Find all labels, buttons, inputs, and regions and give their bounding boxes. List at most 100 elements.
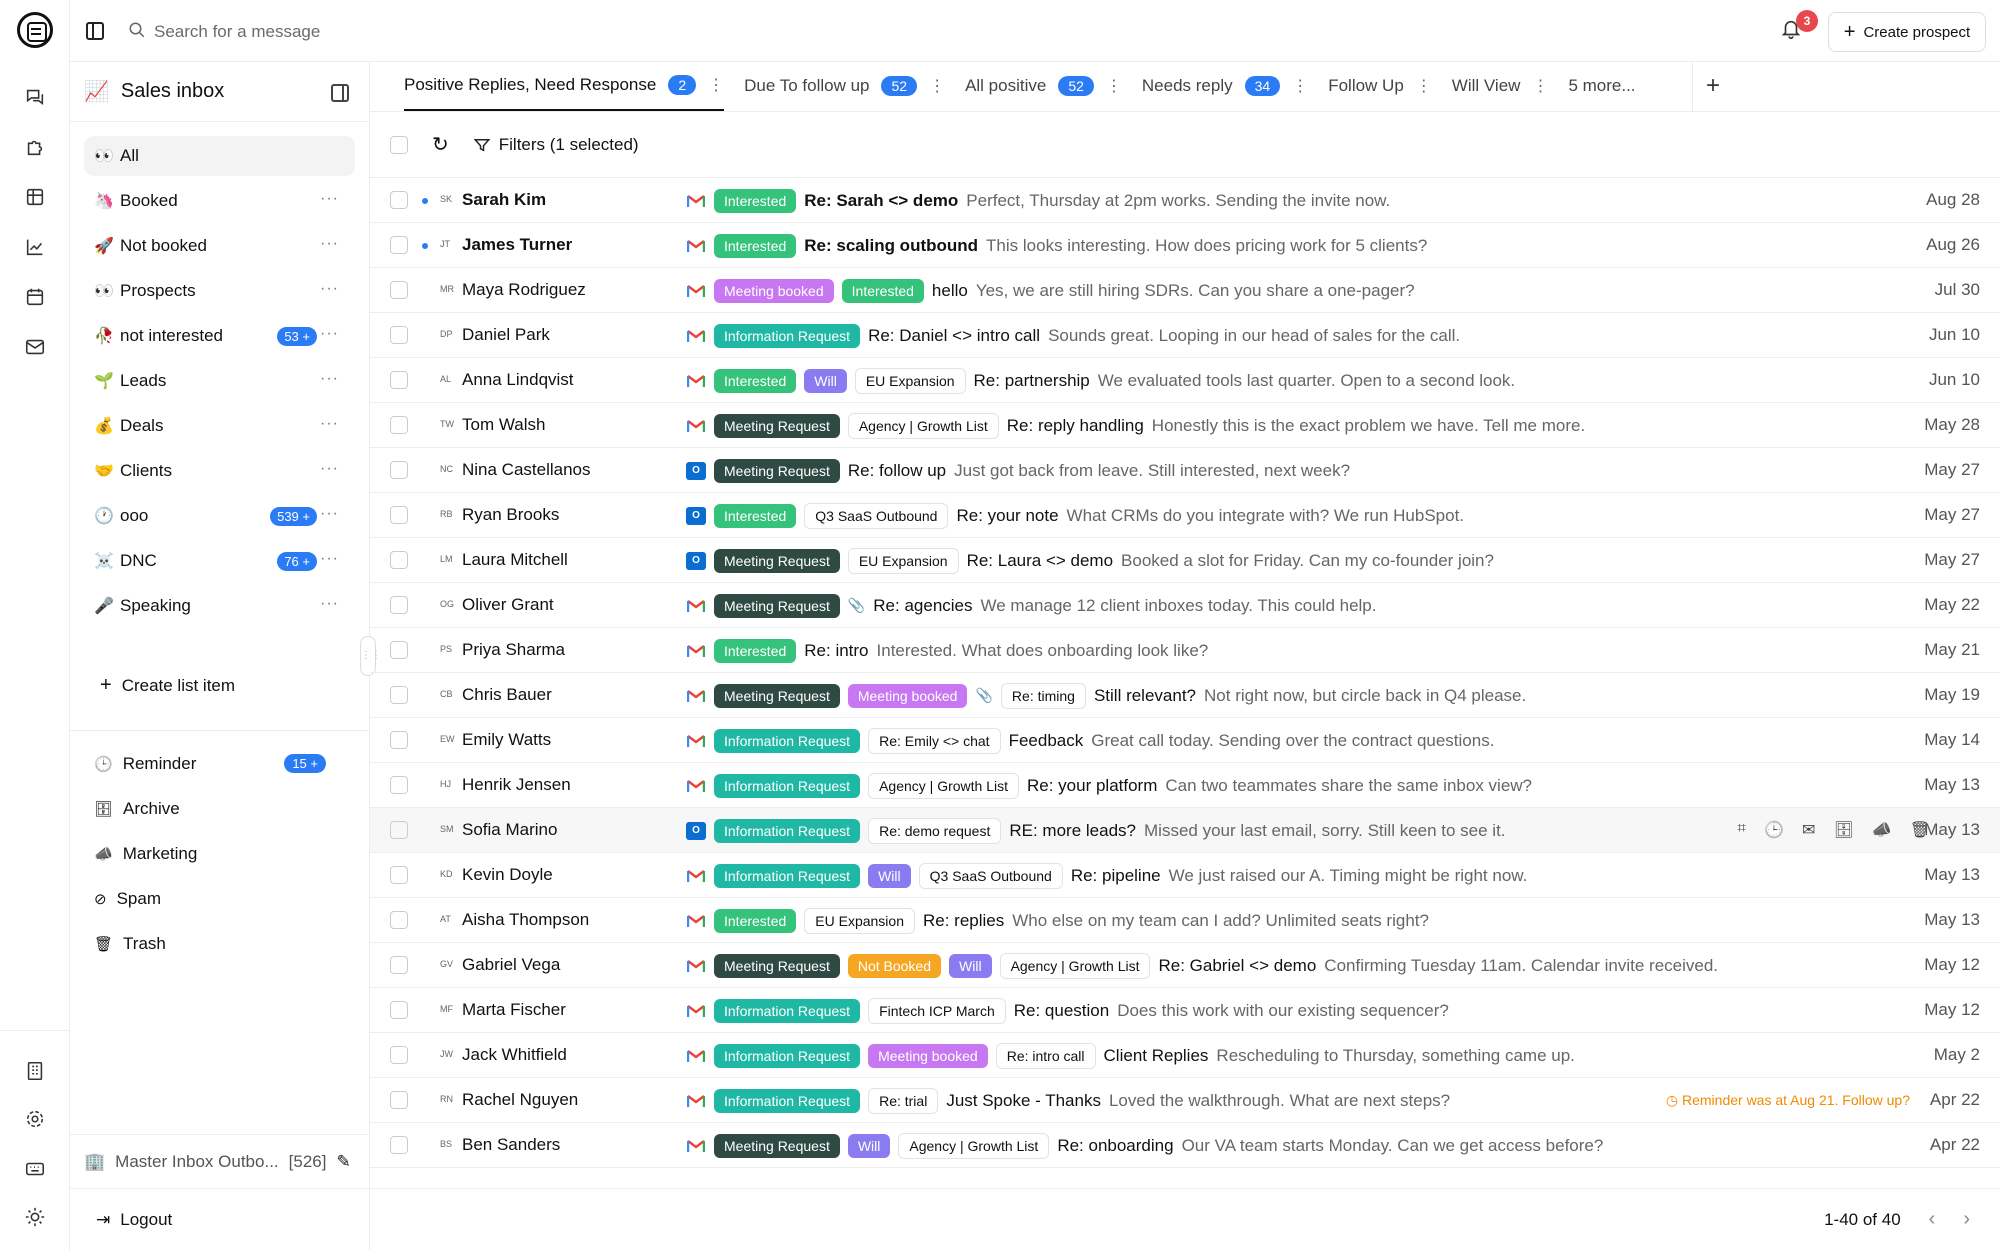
message-row[interactable]: EW Emily Watts Information Request Re: Emil…	[370, 718, 2000, 763]
status-tag[interactable]: Information Request	[714, 863, 861, 888]
status-tag[interactable]: Meeting Request	[714, 458, 840, 483]
message-row[interactable]: AL Anna Lindqvist Interested Will EU Expansi…	[370, 358, 2000, 403]
message-row[interactable]: DP Daniel Park Information Request Re: Dani…	[370, 313, 2000, 358]
tab-positive-replies-need-response[interactable]: Positive Replies, Need Response 2 ⋮	[404, 61, 725, 111]
message-row[interactable]: JW Jack Whitfield Information Request Meeti…	[370, 1033, 2000, 1078]
row-checkbox[interactable]	[390, 371, 408, 389]
status-tag[interactable]: Meeting Request	[714, 548, 840, 573]
campaign-label[interactable]: Re: trial	[868, 1087, 939, 1114]
status-tag[interactable]: Information Request	[714, 818, 861, 843]
folder-reminder[interactable]: 🕒 Reminder 15 +	[84, 741, 356, 786]
status-tag[interactable]: Will	[847, 1133, 891, 1158]
status-tag[interactable]: Interested	[841, 278, 924, 303]
message-row[interactable]: NC Nina Castellanos O Meeting Request Re: fo…	[370, 448, 2000, 493]
search-input[interactable]	[154, 22, 474, 42]
status-tag[interactable]: Interested	[714, 908, 797, 933]
status-tag[interactable]: Information Request	[714, 773, 861, 798]
search-box[interactable]	[128, 18, 528, 46]
message-row[interactable]: OG Oliver Grant Meeting Request 📎 Re: agenci…	[370, 583, 2000, 628]
more-options-icon[interactable]: ···	[320, 370, 339, 388]
campaign-label[interactable]: Re: intro call	[995, 1042, 1096, 1069]
row-checkbox[interactable]	[390, 1091, 408, 1109]
message-row[interactable]: CB Chris Bauer Meeting Request Meeting book…	[370, 673, 2000, 718]
row-checkbox[interactable]	[390, 1001, 408, 1019]
status-tag[interactable]: Will	[868, 863, 911, 888]
campaign-label[interactable]: Agency | Growth List	[847, 412, 999, 439]
tab-5-more-[interactable]: 5 more...	[1568, 61, 1635, 111]
more-options-icon[interactable]: ···	[320, 505, 339, 523]
campaign-label[interactable]: Re: demo request	[868, 817, 1002, 844]
status-tag[interactable]: Information Request	[714, 998, 861, 1023]
message-row[interactable]: MF Marta Fischer Information Request Fintec…	[370, 988, 2000, 1033]
message-row[interactable]: TW Tom Walsh Meeting Request Agency | Growt…	[370, 403, 2000, 448]
chart-icon[interactable]	[24, 236, 46, 258]
sidebar-item-clients[interactable]: 🤝 Clients ···	[84, 451, 355, 491]
more-options-icon[interactable]: ···	[320, 235, 339, 253]
more-options-icon[interactable]: ···	[320, 550, 339, 568]
sidebar-item-not-interested[interactable]: 🥀 not interested 53 + ···	[84, 316, 355, 356]
tab-due-to-follow-up[interactable]: Due To follow up 52 ⋮	[744, 61, 945, 111]
status-tag[interactable]: Will	[949, 953, 992, 978]
tab-menu-icon[interactable]: ⋮	[1416, 76, 1432, 96]
more-options-icon[interactable]: ···	[320, 415, 339, 433]
status-tag[interactable]: Information Request	[714, 323, 861, 348]
master-inbox-row[interactable]: 🏢 Master Inbox Outbo... [526] ✎	[70, 1134, 370, 1188]
create-list-item-button[interactable]: + Create list item	[100, 674, 235, 697]
row-checkbox[interactable]	[390, 821, 408, 839]
row-checkbox[interactable]	[390, 1136, 408, 1154]
campaign-label[interactable]: EU Expansion	[804, 907, 915, 934]
row-checkbox[interactable]	[390, 1046, 408, 1064]
row-checkbox[interactable]	[390, 596, 408, 614]
folder-archive[interactable]: 🗄 Archive	[84, 786, 356, 831]
more-options-icon[interactable]: ···	[320, 460, 339, 478]
archive-icon[interactable]: 🗄	[1833, 820, 1853, 840]
next-page-icon[interactable]: ›	[1963, 1208, 1970, 1231]
campaign-label[interactable]: Q3 SaaS Outbound	[918, 862, 1063, 889]
status-tag[interactable]: Interested	[714, 188, 797, 213]
sidebar-item-speaking[interactable]: 🎤 Speaking ···	[84, 586, 355, 626]
status-tag[interactable]: Meeting booked	[868, 1043, 988, 1068]
row-checkbox[interactable]	[390, 506, 408, 524]
sidebar-item-all[interactable]: 👀 All	[84, 136, 355, 176]
status-tag[interactable]: Meeting Request	[714, 413, 840, 438]
sidebar-item-dnc[interactable]: ☠️ DNC 76 + ···	[84, 541, 355, 581]
sidebar-item-leads[interactable]: 🌱 Leads ···	[84, 361, 355, 401]
puzzle-icon[interactable]	[24, 136, 46, 158]
logout-button[interactable]: ⇥ Logout	[70, 1188, 370, 1250]
sun-icon[interactable]	[24, 1206, 46, 1228]
more-options-icon[interactable]: ···	[320, 595, 339, 613]
message-row[interactable]: JT James Turner Interested Re: scaling outb…	[370, 223, 2000, 268]
message-row[interactable]: HJ Henrik Jensen Information Request Agency…	[370, 763, 2000, 808]
notification-button[interactable]: 3	[1780, 10, 1818, 44]
status-tag[interactable]: Meeting Request	[714, 593, 840, 618]
tab-will-view[interactable]: Will View ⋮	[1452, 61, 1549, 111]
campaign-label[interactable]: Q3 SaaS Outbound	[804, 502, 949, 529]
create-prospect-button[interactable]: + Create prospect	[1828, 12, 1986, 52]
tab-menu-icon[interactable]: ⋮	[708, 75, 724, 95]
message-row[interactable]: LM Laura Mitchell O Meeting Request EU Expan…	[370, 538, 2000, 583]
message-row[interactable]: SM Sofia Marino O Information Request Re: de…	[370, 808, 2000, 853]
filters-button[interactable]: Filters (1 selected)	[473, 135, 639, 155]
folder-spam[interactable]: ⊘ Spam	[84, 876, 356, 921]
prev-page-icon[interactable]: ‹	[1929, 1208, 1936, 1231]
status-tag[interactable]: Interested	[714, 503, 797, 528]
message-row[interactable]: SK Sarah Kim Interested Re: Sarah <> demo Pe…	[370, 178, 2000, 223]
table-icon[interactable]	[24, 186, 46, 208]
status-tag[interactable]: Information Request	[714, 728, 861, 753]
row-checkbox[interactable]	[390, 326, 408, 344]
calendar-icon[interactable]	[24, 286, 46, 308]
row-checkbox[interactable]	[390, 236, 408, 254]
refresh-icon[interactable]: ↻	[432, 132, 449, 157]
tab-follow-up[interactable]: Follow Up ⋮	[1328, 61, 1432, 111]
message-row[interactable]: AT Aisha Thompson Interested EU Expansion Re…	[370, 898, 2000, 943]
campaign-label[interactable]: EU Expansion	[854, 367, 966, 394]
sidebar-item-ooo[interactable]: 🕐 ooo 539 + ···	[84, 496, 355, 536]
sidebar-item-booked[interactable]: 🦄 Booked ···	[84, 181, 355, 221]
status-tag[interactable]: Meeting Request	[714, 1133, 840, 1158]
building-icon[interactable]	[24, 1060, 46, 1082]
tab-needs-reply[interactable]: Needs reply 34 ⋮	[1142, 61, 1308, 111]
message-row[interactable]: BS Ben Sanders Meeting Request Will Agency |…	[370, 1123, 2000, 1168]
edit-icon[interactable]: ✎	[336, 1152, 350, 1172]
folder-marketing[interactable]: 📣 Marketing	[84, 831, 356, 876]
status-tag[interactable]: Will	[804, 368, 847, 393]
